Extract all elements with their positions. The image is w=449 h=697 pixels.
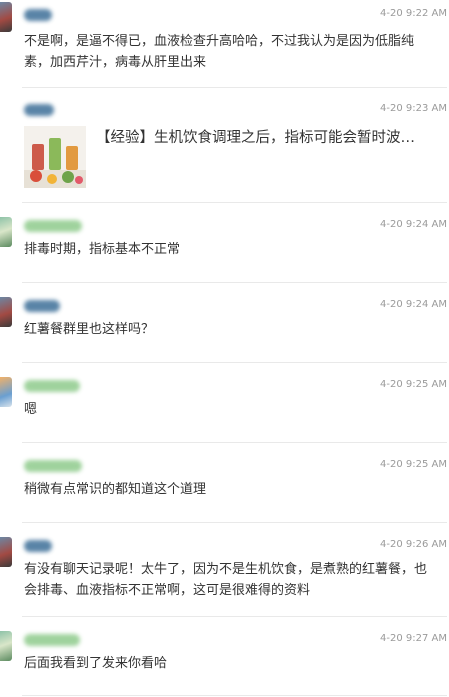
message-divider bbox=[22, 522, 447, 523]
message-text: 有没有聊天记录呢！太牛了，因为不是生机饮食，是煮熟的红薯餐，也会排毒、血液指标不… bbox=[24, 562, 428, 598]
sender-name-redacted bbox=[24, 460, 82, 472]
sender-name-redacted bbox=[24, 540, 52, 552]
avatar[interactable] bbox=[0, 297, 12, 327]
message-time: 4-20 9:25 AM bbox=[380, 459, 447, 470]
message-time: 4-20 9:26 AM bbox=[380, 539, 447, 550]
sender-name-redacted bbox=[24, 634, 80, 646]
message-time: 4-20 9:24 AM bbox=[380, 299, 447, 310]
sender-name-redacted bbox=[24, 220, 82, 232]
avatar[interactable] bbox=[0, 377, 12, 407]
message-text: 嗯 bbox=[24, 402, 38, 417]
avatar[interactable] bbox=[0, 217, 12, 247]
sender-name-redacted bbox=[24, 9, 52, 21]
message-text: 排毒时期，指标基本不正常 bbox=[24, 242, 181, 257]
message-time: 4-20 9:23 AM bbox=[380, 103, 447, 114]
message-divider bbox=[22, 202, 447, 203]
message-divider bbox=[22, 616, 447, 617]
avatar[interactable] bbox=[0, 2, 12, 32]
sender-name-redacted bbox=[24, 104, 54, 116]
message-time: 4-20 9:22 AM bbox=[380, 8, 447, 19]
message-text: 后面我看到了发来你看哈 bbox=[24, 656, 168, 671]
message-divider bbox=[22, 442, 447, 443]
avatar[interactable] bbox=[0, 631, 12, 661]
message-divider bbox=[22, 695, 447, 696]
message-text: 不是啊，是逼不得已，血液检查升高哈哈，不过我认为是因为低脂纯素，加西芹汁，病毒从… bbox=[24, 34, 415, 70]
avatar[interactable] bbox=[0, 537, 12, 567]
link-title: 【经验】生机饮食调理之后，指标可能会暂时波… bbox=[96, 130, 415, 146]
message-text: 红薯餐群里也这样吗？ bbox=[24, 322, 155, 337]
sender-name-redacted bbox=[24, 300, 60, 312]
message-divider bbox=[22, 87, 447, 88]
message-time: 4-20 9:27 AM bbox=[380, 633, 447, 644]
message-divider bbox=[22, 282, 447, 283]
message-text: 稍微有点常识的都知道这个道理 bbox=[24, 482, 207, 497]
message-time: 4-20 9:24 AM bbox=[380, 219, 447, 230]
message-divider bbox=[22, 362, 447, 363]
juice-glasses-image bbox=[24, 126, 86, 188]
message-time: 4-20 9:25 AM bbox=[380, 379, 447, 390]
sender-name-redacted bbox=[24, 380, 80, 392]
link-card[interactable]: 【经验】生机饮食调理之后，指标可能会暂时波… bbox=[24, 126, 447, 188]
